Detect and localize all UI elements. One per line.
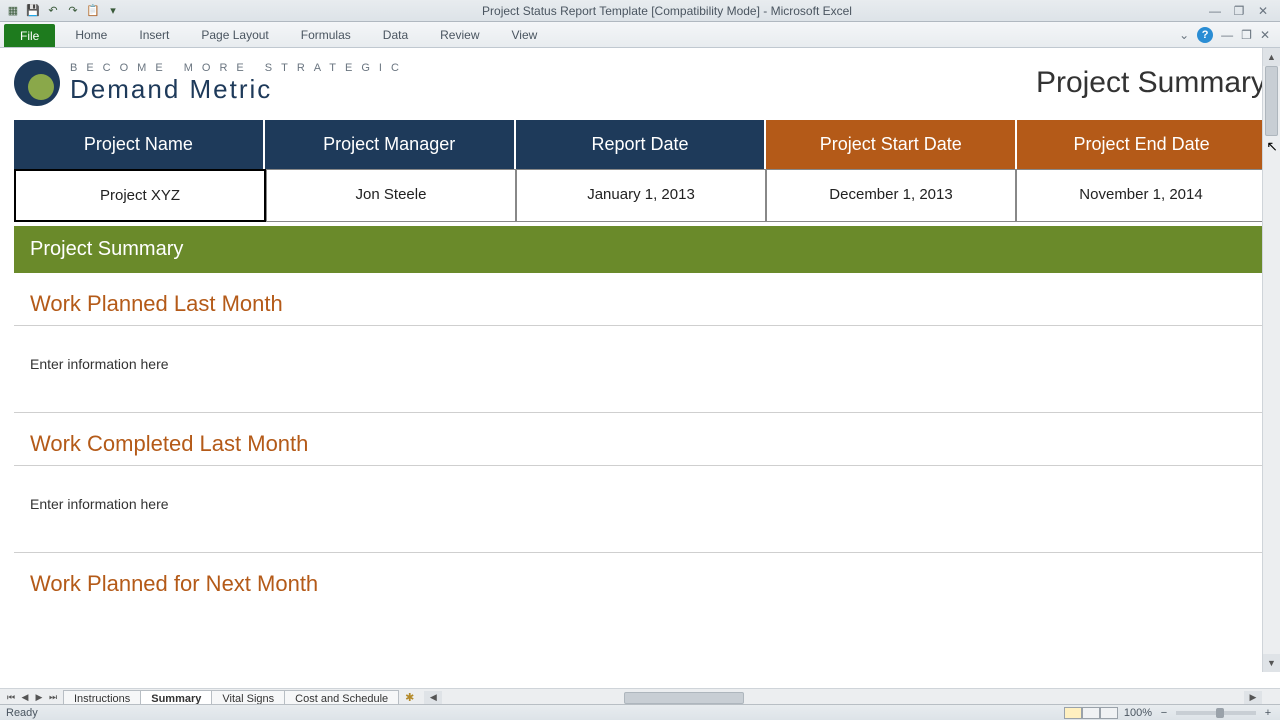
restore-button[interactable]: ❐ (1232, 4, 1246, 18)
cell-start-date[interactable]: December 1, 2013 (766, 169, 1016, 222)
body-completed-last[interactable]: Enter information here (14, 466, 1266, 553)
body-planned-last[interactable]: Enter information here (14, 326, 1266, 413)
scroll-down-arrow-icon[interactable]: ▼ (1263, 654, 1280, 672)
hscroll-left-icon[interactable]: ◀ (424, 691, 442, 705)
close-button[interactable]: ✕ (1256, 4, 1270, 18)
tab-insert[interactable]: Insert (123, 22, 185, 47)
tab-data[interactable]: Data (367, 22, 424, 47)
zoom-in-button[interactable]: + (1262, 707, 1274, 719)
cell-report-date[interactable]: January 1, 2013 (516, 169, 766, 222)
tab-review[interactable]: Review (424, 22, 495, 47)
tab-view[interactable]: View (496, 22, 554, 47)
scroll-up-arrow-icon[interactable]: ▲ (1263, 48, 1280, 66)
page-title: Project Summary (1036, 66, 1266, 100)
scroll-thumb[interactable] (1265, 66, 1278, 136)
status-text: Ready (6, 707, 38, 719)
col-end-date: Project End Date (1017, 120, 1266, 169)
ribbon-restore-button[interactable]: ❐ (1241, 28, 1252, 42)
heading-planned-last: Work Planned Last Month (14, 273, 1266, 326)
cell-end-date[interactable]: November 1, 2014 (1016, 169, 1266, 222)
status-bar: Ready 100% − + (0, 704, 1280, 720)
normal-view-button[interactable] (1064, 707, 1082, 719)
zoom-slider[interactable] (1176, 711, 1256, 715)
paste-icon[interactable]: 📋 (84, 2, 102, 20)
zoom-label[interactable]: 100% (1124, 707, 1152, 719)
hscroll-thumb[interactable] (624, 692, 744, 704)
tab-page-layout[interactable]: Page Layout (185, 22, 284, 47)
col-project-manager: Project Manager (265, 120, 516, 169)
ribbon-min-icon[interactable]: ⌄ (1179, 28, 1189, 42)
hscroll-right-icon[interactable]: ▶ (1244, 691, 1262, 705)
logo-tagline: Become More Strategic (70, 62, 408, 74)
ribbon-close-button[interactable]: ✕ (1260, 28, 1270, 42)
col-start-date: Project Start Date (766, 120, 1017, 169)
data-row: Project XYZ Jon Steele January 1, 2013 D… (14, 169, 1266, 222)
cursor-icon: ↖ (1266, 138, 1278, 155)
tab-nav-buttons: ⏮ ◀ ▶ ⏭ (0, 692, 64, 703)
cell-project-manager[interactable]: Jon Steele (266, 169, 516, 222)
undo-icon[interactable]: ↶ (44, 2, 62, 20)
new-sheet-icon[interactable]: ✱ (405, 691, 414, 704)
section-bar: Project Summary (14, 226, 1266, 273)
excel-icon: ▦ (4, 2, 22, 20)
tab-formulas[interactable]: Formulas (285, 22, 367, 47)
heading-planned-next: Work Planned for Next Month (14, 553, 1266, 605)
redo-icon[interactable]: ↷ (64, 2, 82, 20)
view-buttons (1064, 707, 1118, 719)
cell-project-name[interactable]: Project XYZ (14, 169, 266, 222)
ribbon-minimize-button[interactable]: — (1221, 28, 1233, 42)
worksheet-area[interactable]: Become More Strategic Demand Metric Proj… (0, 48, 1280, 692)
save-icon[interactable]: 💾 (24, 2, 42, 20)
qat-dropdown-icon[interactable]: ▾ (104, 2, 122, 20)
window-controls: — ❐ ✕ (1208, 4, 1280, 18)
tab-last-icon[interactable]: ⏭ (46, 692, 60, 703)
tab-prev-icon[interactable]: ◀ (18, 692, 32, 703)
page-layout-view-button[interactable] (1082, 707, 1100, 719)
tab-home[interactable]: Home (59, 22, 123, 47)
quick-access-toolbar: ▦ 💾 ↶ ↷ 📋 ▾ (0, 2, 126, 20)
page-break-view-button[interactable] (1100, 707, 1118, 719)
col-report-date: Report Date (516, 120, 767, 169)
file-tab[interactable]: File (4, 24, 55, 47)
logo-name: Demand Metric (70, 74, 408, 105)
help-icon[interactable]: ? (1197, 27, 1213, 43)
horizontal-scrollbar[interactable]: ◀ ▶ (424, 691, 1262, 705)
zoom-out-button[interactable]: − (1158, 707, 1170, 719)
logo-mark-icon (14, 60, 60, 106)
minimize-button[interactable]: — (1208, 4, 1222, 18)
title-bar: ▦ 💾 ↶ ↷ 📋 ▾ Project Status Report Templa… (0, 0, 1280, 22)
header-row: Project Name Project Manager Report Date… (14, 120, 1266, 169)
window-title: Project Status Report Template [Compatib… (126, 4, 1208, 18)
ribbon: File Home Insert Page Layout Formulas Da… (0, 22, 1280, 48)
heading-completed-last: Work Completed Last Month (14, 413, 1266, 466)
logo: Become More Strategic Demand Metric (14, 60, 408, 106)
tab-next-icon[interactable]: ▶ (32, 692, 46, 703)
tab-first-icon[interactable]: ⏮ (4, 692, 18, 703)
col-project-name: Project Name (14, 120, 265, 169)
